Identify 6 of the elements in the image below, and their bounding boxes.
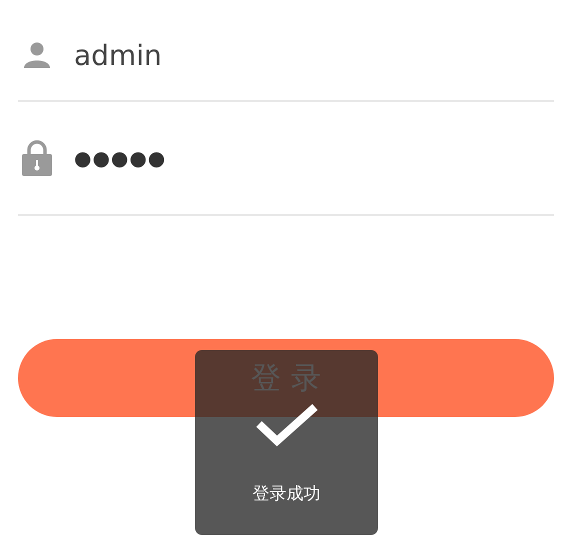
user-icon xyxy=(23,41,51,69)
lock-icon xyxy=(22,140,52,176)
password-field[interactable]: ●●●●● xyxy=(74,146,374,170)
toast-message: 登录成功 xyxy=(252,483,320,505)
checkmark-icon xyxy=(254,402,318,448)
username-field[interactable]: admin xyxy=(74,38,374,72)
